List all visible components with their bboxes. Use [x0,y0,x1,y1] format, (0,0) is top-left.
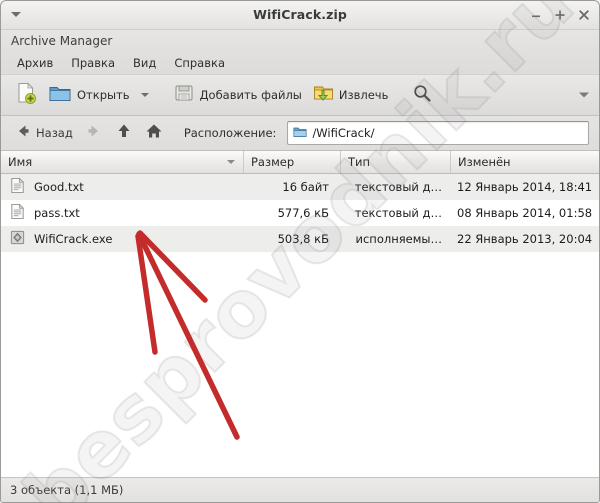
new-archive-button[interactable] [9,78,43,112]
file-type-cell: исполняемы… [355,232,442,246]
statusbar: 3 объекта (1,1 МБ) [1,477,599,502]
extract-icon [312,82,334,108]
archive-manager-window: WifiCrack.zip Archive Manager Архив Прав… [0,0,600,503]
location-label: Расположение: [183,126,277,140]
open-button-label: Открыть [77,88,130,102]
extract-button[interactable]: Извлечь [307,79,394,111]
menubar: Архив Правка Вид Справка [1,52,599,75]
add-files-button[interactable]: Добавить файлы [168,79,307,111]
home-icon [145,122,163,144]
column-header-size-label: Размер [251,155,295,169]
executable-file-icon [9,229,26,249]
location-input[interactable]: /WifiCrack/ [287,121,589,145]
text-file-icon [9,203,26,223]
chevron-down-icon[interactable] [140,93,149,97]
file-name-cell: pass.txt [1,203,244,223]
column-header-type[interactable]: Тип [341,151,451,173]
file-name-label: Good.txt [34,180,84,194]
text-file-icon [9,177,26,197]
arrow-left-icon [14,122,32,144]
column-header-modified[interactable]: Изменён [451,151,599,173]
location-input-value: /WifiCrack/ [312,126,375,140]
toolbar-overflow-chevron-down-icon[interactable] [579,92,589,98]
file-name-cell: WifiCrack.exe [1,229,244,249]
menu-item-help[interactable]: Справка [165,54,234,73]
column-header-modified-label: Изменён [458,155,511,169]
back-button[interactable]: Назад [9,119,78,147]
arrow-right-icon [85,122,103,144]
menu-item-edit[interactable]: Правка [62,54,124,73]
forward-button[interactable] [80,119,108,147]
search-icon [412,83,432,107]
table-row[interactable]: WifiCrack.exe 503,8 кБ исполняемы… 22 Ян… [1,226,599,252]
extract-button-label: Извлечь [338,88,389,102]
file-name-label: pass.txt [34,206,80,220]
file-size-cell: 503,8 кБ [277,232,329,246]
location-bar: Назад Расположение: /WifiCrack/ [1,116,599,151]
titlebar: WifiCrack.zip [1,1,599,30]
file-name-label: WifiCrack.exe [34,232,113,246]
column-header-name-label: Имя [8,155,33,169]
folder-icon [293,124,307,143]
minimize-icon[interactable] [529,8,543,22]
column-header-type-label: Тип [348,155,371,169]
screenshot-root: WifiCrack.zip Archive Manager Архив Прав… [0,0,600,503]
menu-item-archive[interactable]: Архив [8,54,62,73]
statusbar-text: 3 объекта (1,1 МБ) [10,483,124,497]
search-button[interactable] [407,80,437,110]
table-row[interactable]: Good.txt 16 байт текстовый д… 12 Январь … [1,174,599,200]
table-row[interactable]: pass.txt 577,6 кБ текстовый д… 08 Январь… [1,200,599,226]
arrow-up-icon [115,122,133,144]
column-header-size[interactable]: Размер [244,151,341,173]
maximize-icon[interactable] [553,8,567,22]
add-files-button-label: Добавить файлы [199,88,302,102]
file-type-cell: текстовый д… [354,180,442,194]
window-title: WifiCrack.zip [253,7,347,22]
file-size-cell: 16 байт [282,180,329,194]
up-button[interactable] [110,119,138,147]
sort-descending-caret-icon [227,160,235,164]
home-button[interactable] [140,119,168,147]
add-files-icon [173,82,195,108]
file-name-cell: Good.txt [1,177,244,197]
toolbar: Открыть Добавить файлы Извлечь [1,75,599,116]
window-controls [529,1,591,28]
open-button[interactable]: Открыть [43,78,154,112]
column-header-name[interactable]: Имя [1,151,244,173]
file-modified-cell: 12 Январь 2014, 18:41 [457,180,593,194]
filelist[interactable]: Good.txt 16 байт текстовый д… 12 Январь … [1,174,599,477]
file-modified-cell: 22 Январь 2013, 20:04 [457,232,593,246]
file-size-cell: 577,6 кБ [277,206,329,220]
close-icon[interactable] [577,8,591,22]
back-button-label: Назад [36,126,73,140]
application-name: Archive Manager [1,30,599,52]
filelist-column-headers: Имя Размер Тип Изменён [1,151,599,174]
file-type-cell: текстовый д… [354,206,442,220]
file-modified-cell: 08 Январь 2014, 01:58 [457,206,593,220]
new-archive-icon [14,81,38,109]
folder-open-icon [48,81,72,109]
menu-item-view[interactable]: Вид [124,54,165,73]
